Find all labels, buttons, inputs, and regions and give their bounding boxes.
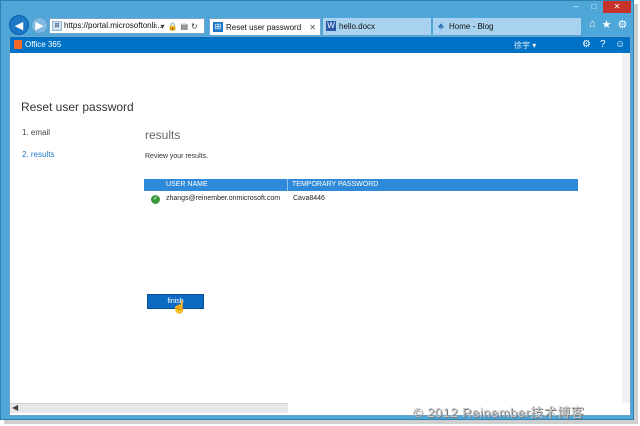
word-doc-icon: W bbox=[326, 21, 336, 31]
office365-navbar: Office 365 徐宇 ▾ ⚙ ? ☺ bbox=[10, 37, 630, 53]
tab-home-blog[interactable]: ♣ Home - Blog bbox=[433, 18, 581, 35]
horizontal-scrollbar[interactable]: ◀ bbox=[10, 403, 288, 413]
section-title: results bbox=[145, 128, 181, 142]
hand-cursor-icon: ☝ bbox=[172, 300, 187, 314]
user-name-cell: zhangs@reinember.onmicrosoft.com bbox=[166, 195, 281, 202]
lock-icon[interactable]: 🔒 bbox=[168, 22, 178, 31]
column-divider bbox=[287, 179, 288, 191]
home-icon[interactable]: ⌂ bbox=[589, 18, 596, 31]
tab-label: Reset user password bbox=[226, 23, 302, 32]
results-table-header: USER NAME TEMPORARY PASSWORD bbox=[144, 179, 578, 191]
table-row: ✓ zhangs@reinember.onmicrosoft.com Cava8… bbox=[144, 192, 578, 206]
browser-tools: ⌂ ★ ⚙ bbox=[589, 18, 627, 31]
tab-reset-user-password[interactable]: ⊞ Reset user password ✕ bbox=[209, 18, 321, 35]
copyright-watermark: © 2012 Reinember技术博客 bbox=[413, 405, 585, 420]
maximize-button[interactable]: □ bbox=[585, 1, 603, 13]
office-tab-icon: ⊞ bbox=[213, 22, 223, 32]
tab-label: hello.docx bbox=[339, 22, 376, 31]
wizard-step-email[interactable]: 1. email bbox=[22, 128, 50, 137]
back-button[interactable]: ◀ bbox=[9, 15, 29, 35]
column-user-name: USER NAME bbox=[166, 181, 208, 188]
tab-label: Home - Blog bbox=[449, 22, 494, 31]
settings-gear-icon[interactable]: ⚙ bbox=[582, 39, 591, 50]
success-check-icon: ✓ bbox=[151, 195, 160, 204]
user-menu[interactable]: 徐宇 ▾ bbox=[514, 40, 536, 51]
page-content: Office 365 徐宇 ▾ ⚙ ? ☺ Reset user passwor… bbox=[9, 36, 631, 416]
office365-logo[interactable]: Office 365 bbox=[14, 40, 61, 49]
dropdown-icon[interactable]: ▾ bbox=[160, 22, 164, 31]
star-icon[interactable]: ★ bbox=[602, 18, 612, 31]
browser-chrome: – □ ✕ ◀ ▶ ⊞ https://portal.microsoftonli… bbox=[1, 1, 633, 35]
review-text: Review your results. bbox=[145, 153, 209, 160]
chevron-down-icon: ▾ bbox=[532, 41, 537, 50]
back-arrow-icon: ◀ bbox=[14, 19, 24, 32]
tab-hello-docx[interactable]: W hello.docx bbox=[323, 18, 431, 35]
user-name: 徐宇 bbox=[514, 41, 530, 50]
minimize-button[interactable]: – bbox=[567, 1, 585, 13]
close-window-button[interactable]: ✕ bbox=[603, 1, 631, 13]
sharepoint-icon: ♣ bbox=[438, 21, 444, 31]
close-tab-icon[interactable]: ✕ bbox=[309, 19, 316, 35]
site-favicon: ⊞ bbox=[52, 21, 62, 31]
search-icon[interactable]: ⌕ bbox=[153, 21, 157, 31]
column-temporary-password: TEMPORARY PASSWORD bbox=[292, 181, 379, 188]
temporary-password-cell: Cava8446 bbox=[293, 195, 325, 202]
address-url: https://portal.microsoftonli... bbox=[64, 21, 162, 30]
browser-window: – □ ✕ ◀ ▶ ⊞ https://portal.microsoftonli… bbox=[0, 0, 634, 420]
forward-arrow-icon: ▶ bbox=[35, 20, 44, 32]
brand-name: Office 365 bbox=[25, 40, 62, 49]
refresh-icon[interactable]: ↻ bbox=[191, 22, 198, 31]
scroll-left-icon[interactable]: ◀ bbox=[12, 403, 18, 412]
office-logo-icon bbox=[14, 40, 22, 49]
help-icon[interactable]: ? bbox=[600, 39, 606, 50]
smile-icon[interactable]: ☺ bbox=[615, 39, 625, 50]
wizard-step-results[interactable]: 2. results bbox=[22, 150, 54, 159]
address-actions: ⌕ ▾ 🔒 ▤ ↻ bbox=[153, 18, 207, 34]
gear-icon[interactable]: ⚙ bbox=[618, 18, 628, 31]
compat-icon[interactable]: ▤ bbox=[180, 22, 188, 31]
forward-button[interactable]: ▶ bbox=[31, 17, 48, 34]
vertical-scrollbar[interactable] bbox=[622, 53, 630, 403]
page-title: Reset user password bbox=[21, 100, 134, 114]
